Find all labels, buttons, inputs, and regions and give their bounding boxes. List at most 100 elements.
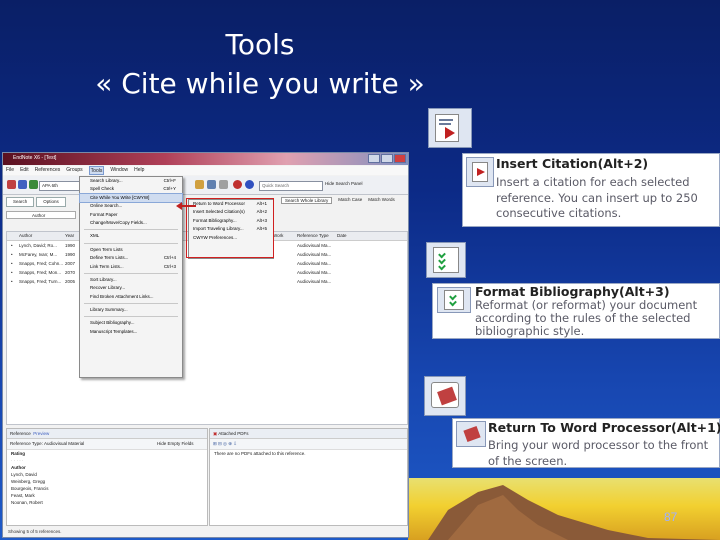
find-fulltext-icon[interactable] — [207, 180, 216, 189]
reference-toolbar: Reference Type: Audiovisual Material Hid… — [7, 439, 207, 450]
slide-subtitle: « Cite while you write » — [95, 67, 425, 100]
hide-search-panel-button[interactable]: Hide Search Panel — [325, 181, 363, 186]
menu-item-label: Open Term Lists — [90, 246, 123, 252]
table-row[interactable]: • Snapps, Fred; Cohn... 2007 Audiovisual… — [7, 259, 407, 268]
tab-preview[interactable]: Preview — [33, 431, 49, 436]
author-value[interactable]: Bourgeois, Francis — [11, 485, 207, 492]
pdf-tabs: ▣ Attached PDFs — [210, 429, 407, 439]
tools-menu-item[interactable]: Cite While You Write [CWYW] — [79, 192, 183, 204]
tools-menu-item[interactable]: Subject Bibliography... — [80, 319, 182, 327]
menu-item-label: Cite While You Write [CWYW] — [90, 194, 150, 200]
reference-fields: Rating · · · · · Author Lynch, David Wei… — [7, 450, 207, 506]
open-link-icon[interactable] — [219, 180, 228, 189]
table-row[interactable]: • Snapps, Fred; Mon... 2070 Audiovisual … — [7, 268, 407, 277]
rating-stars[interactable]: · · · · · — [11, 457, 207, 464]
row-dot: • — [11, 279, 13, 284]
tools-menu-item[interactable]: Manuscript Templates... — [80, 328, 182, 336]
author-value[interactable]: Feast, Mark — [11, 492, 207, 499]
pdf-message: There are no PDFs attached to this refer… — [214, 451, 306, 456]
menu-file[interactable]: File — [6, 166, 14, 175]
col-reference-type[interactable]: Reference Type — [297, 232, 329, 240]
row-year: 2070 — [65, 270, 76, 275]
highlight-box — [186, 198, 274, 258]
tools-menu-item[interactable]: Format Paper — [80, 211, 182, 219]
tools-menu-item[interactable]: Sort Library... — [80, 276, 182, 284]
minimize-button[interactable] — [368, 154, 380, 163]
menu-help[interactable]: Help — [134, 166, 144, 175]
pdf-tools-icon[interactable]: ⊞ ⊟ ◎ ⊕ ⇩ — [213, 441, 237, 446]
col-author[interactable]: Author — [19, 232, 32, 240]
pdf-pane: ▣ Attached PDFs ⊞ ⊟ ◎ ⊕ ⇩ There are no P… — [209, 428, 408, 526]
row-dot: • — [11, 243, 13, 248]
tab-search[interactable]: Search — [6, 197, 35, 207]
author-value[interactable]: Lynch, David — [11, 471, 207, 478]
menu-item-shortcut: Ctrl+4 — [163, 255, 176, 261]
col-date[interactable]: Date — [337, 232, 347, 240]
search-options: Search Whole Library Match Case Match Wo… — [281, 197, 395, 204]
window-titlebar — [3, 153, 408, 165]
menu-separator — [84, 242, 178, 244]
match-case-checkbox[interactable]: Match Case — [338, 197, 362, 204]
integrated-library-icon[interactable] — [29, 180, 38, 189]
tools-menu-item[interactable]: XML — [80, 232, 182, 240]
row-author: Snapps, Fred; Turn... — [19, 279, 62, 284]
col-year[interactable]: Year — [65, 232, 74, 240]
tools-menu-item[interactable]: Define Term Lists... Ctrl+4 — [80, 254, 182, 262]
col-work[interactable]: Work — [273, 232, 283, 240]
tools-menu-item[interactable]: Open Term Lists — [80, 246, 182, 254]
tab-reference[interactable]: Reference — [10, 431, 31, 436]
tools-menu-item[interactable]: Link Term Lists... Ctrl+3 — [80, 263, 182, 271]
help-icon[interactable] — [233, 180, 242, 189]
tools-menu-item[interactable]: Search Library... Ctrl+F — [80, 177, 182, 185]
author-value[interactable]: Weinberg, Gregg — [11, 478, 207, 485]
search-field-select[interactable]: Author — [6, 211, 76, 219]
menu-references[interactable]: References — [35, 166, 61, 175]
sync-icon[interactable] — [245, 180, 254, 189]
reference-pane: Reference Preview Reference Type: Audiov… — [6, 428, 208, 526]
bottom-panes: Reference Preview Reference Type: Audiov… — [6, 428, 408, 526]
tools-menu-item[interactable]: Library Summary... — [80, 306, 182, 314]
quick-search-input[interactable]: Quick Search — [259, 181, 323, 191]
menu-window[interactable]: Window — [110, 166, 128, 175]
menu-item-label: Find Broken Attachment Links... — [90, 293, 154, 299]
menu-groups[interactable]: Groups — [66, 166, 82, 175]
menu-item-label: Format Paper — [90, 211, 118, 217]
tools-menu-item[interactable]: Online Search... — [80, 202, 182, 210]
body-line: reference. You can insert up to 250 — [496, 190, 698, 205]
online-search-icon[interactable] — [18, 180, 27, 189]
slide-title: Tools — [225, 28, 295, 61]
mountain-decoration — [428, 485, 720, 540]
insert-citation-small-icon — [466, 157, 494, 187]
match-words-checkbox[interactable]: Match Words — [368, 197, 394, 204]
row-author: Snapps, Fred; Mon... — [19, 270, 62, 275]
tools-menu-item[interactable]: Recover Library... — [80, 284, 182, 292]
insert-citation-icon — [428, 108, 472, 148]
tools-menu-item[interactable]: Find Broken Attachment Links... — [80, 293, 182, 301]
format-bibliography-description: Reformat (or reformat) your document acc… — [475, 299, 697, 338]
return-to-word-icon — [424, 376, 466, 416]
close-button[interactable] — [394, 154, 406, 163]
tools-menu-item[interactable]: Spell Check Ctrl+Y — [80, 185, 182, 193]
menu-item-label: Define Term Lists... — [90, 255, 129, 261]
menu-tools[interactable]: Tools — [88, 166, 105, 175]
local-library-icon[interactable] — [7, 180, 16, 189]
search-scope-select[interactable]: Search Whole Library — [281, 197, 333, 204]
reference-type-select[interactable]: Reference Type: Audiovisual Material — [10, 441, 84, 446]
format-bibliography-small-icon — [437, 287, 471, 313]
table-row[interactable]: • Snapps, Fred; Turn... 2005 Audiovisual… — [7, 277, 407, 286]
hide-empty-fields[interactable]: Hide Empty Fields — [157, 439, 194, 449]
menu-item-label: Manuscript Templates... — [90, 328, 138, 334]
pdf-icon: ▣ — [213, 431, 218, 436]
row-author: Lynch, David; Ro... — [19, 243, 57, 248]
author-value[interactable]: Noonan, Robert — [11, 499, 207, 506]
menu-edit[interactable]: Edit — [20, 166, 29, 175]
row-type: Audiovisual Ma... — [297, 270, 332, 275]
tools-menu-item[interactable]: Change/Move/Copy Fields... — [80, 219, 182, 227]
attached-pdfs-tab[interactable]: Attached PDFs — [218, 431, 248, 436]
tab-options[interactable]: Options — [36, 197, 66, 207]
new-reference-icon[interactable] — [195, 180, 204, 189]
maximize-button[interactable] — [381, 154, 393, 163]
reference-list: Author Year Work Reference Type Date • L… — [6, 231, 408, 425]
tools-menu: Search Library... Ctrl+F Spell Check Ctrl+Y… — [79, 176, 183, 378]
row-dot: • — [11, 270, 13, 275]
